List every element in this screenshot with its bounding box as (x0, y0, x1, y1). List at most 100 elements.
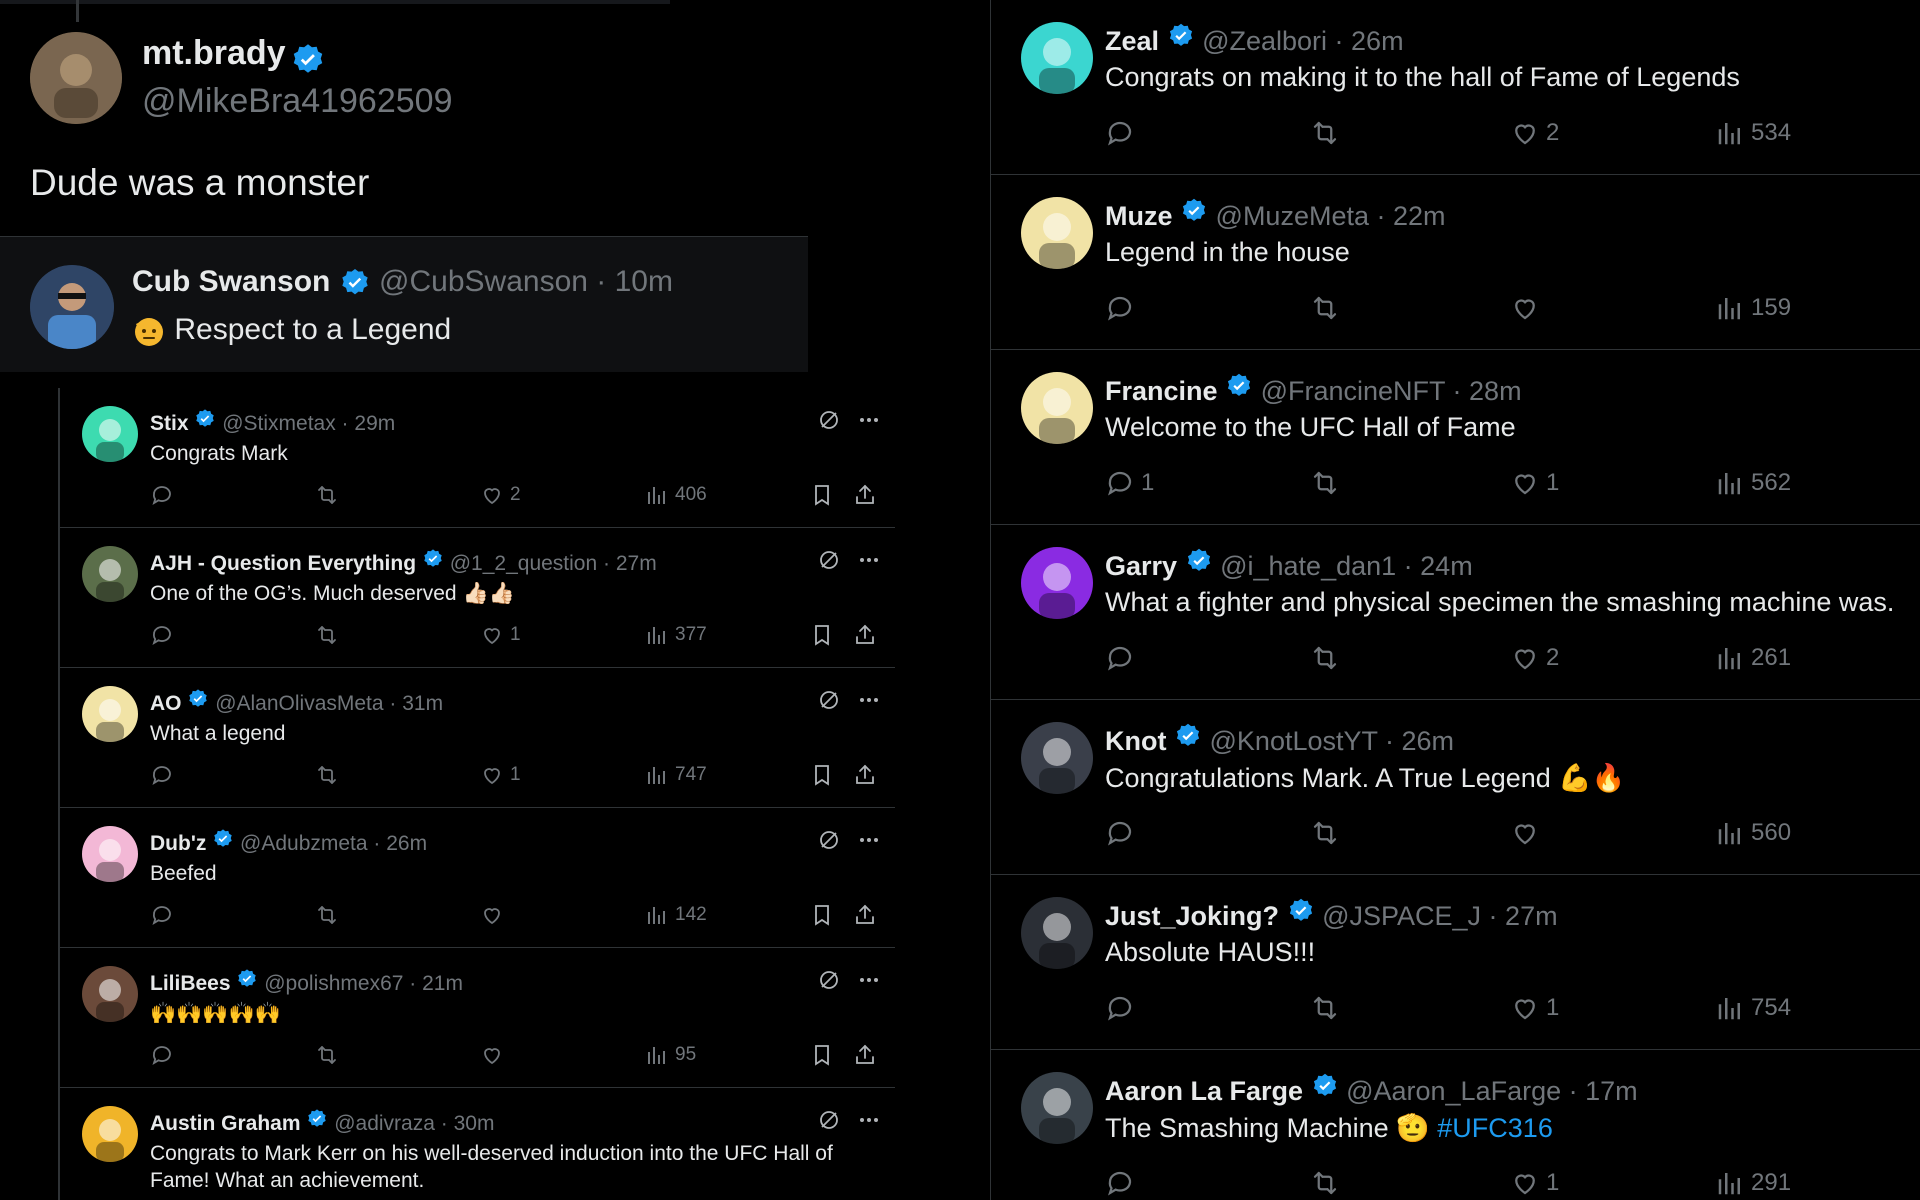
reply-avatar[interactable] (1021, 22, 1093, 94)
reply-avatar[interactable] (82, 406, 138, 462)
grok-icon[interactable] (817, 1108, 841, 1132)
retweet-button[interactable] (315, 1043, 339, 1067)
reply-row[interactable]: Dub'z @Adubzmeta · 26m Beefed 142 (60, 808, 895, 948)
reply-author-name[interactable]: Knot (1105, 726, 1166, 756)
reply-author-handle[interactable]: @adivraza (334, 1112, 435, 1135)
share-button[interactable] (853, 903, 877, 927)
reply-row[interactable]: Austin Graham @adivraza · 30m Congrats to… (60, 1088, 895, 1200)
quoted-handle[interactable]: @CubSwanson (379, 265, 588, 298)
reply-author-name[interactable]: Just_Joking? (1105, 901, 1279, 931)
reply-author-name[interactable]: Stix (150, 412, 189, 435)
reply-row[interactable]: Stix @Stixmetax · 29m Congrats Mark 2 406 (60, 388, 895, 528)
reply-avatar[interactable] (1021, 897, 1093, 969)
views-button[interactable]: 291 (1715, 1168, 1791, 1198)
reply-row[interactable]: Muze @MuzeMeta · 22m Legend in the house 1… (991, 175, 1920, 350)
reply-author-handle[interactable]: @AlanOlivasMeta (215, 692, 383, 715)
retweet-button[interactable] (315, 763, 339, 787)
reply-author-name[interactable]: AJH - Question Everything (150, 552, 416, 575)
reply-button[interactable] (1105, 1168, 1135, 1198)
reply-author-handle[interactable]: @i_hate_dan1 (1220, 551, 1396, 581)
views-button[interactable]: 406 (645, 483, 707, 507)
more-icon[interactable] (857, 828, 881, 852)
quoted-name[interactable]: Cub Swanson (132, 265, 330, 298)
reply-button[interactable] (150, 483, 174, 507)
like-button[interactable] (1510, 293, 1540, 323)
share-button[interactable] (853, 763, 877, 787)
reply-button[interactable] (1105, 993, 1135, 1023)
reply-time[interactable]: 30m (454, 1112, 495, 1135)
retweet-button[interactable] (1310, 293, 1340, 323)
reply-button[interactable] (1105, 643, 1135, 673)
retweet-button[interactable] (1310, 1168, 1340, 1198)
reply-time[interactable]: 21m (422, 972, 463, 995)
reply-time[interactable]: 22m (1393, 201, 1446, 231)
retweet-button[interactable] (315, 623, 339, 647)
reply-author-name[interactable]: Aaron La Farge (1105, 1076, 1303, 1106)
views-button[interactable]: 142 (645, 903, 707, 927)
grok-icon[interactable] (817, 408, 841, 432)
reply-avatar[interactable] (82, 686, 138, 742)
reply-author-name[interactable]: AO (150, 692, 182, 715)
bookmark-button[interactable] (810, 903, 834, 927)
more-icon[interactable] (857, 1108, 881, 1132)
views-button[interactable]: 747 (645, 763, 707, 787)
views-button[interactable]: 377 (645, 623, 707, 647)
reply-author-handle[interactable]: @Zealbori (1202, 26, 1327, 56)
reply-row[interactable]: AO @AlanOlivasMeta · 31m What a legend 1 74… (60, 668, 895, 808)
reply-button[interactable]: 1 (1105, 468, 1154, 498)
retweet-button[interactable] (1310, 993, 1340, 1023)
like-button[interactable] (480, 903, 504, 927)
share-button[interactable] (853, 623, 877, 647)
reply-avatar[interactable] (82, 966, 138, 1022)
reply-row[interactable]: Aaron La Farge @Aaron_LaFarge · 17m The S… (991, 1050, 1920, 1200)
retweet-button[interactable] (315, 483, 339, 507)
grok-icon[interactable] (817, 548, 841, 572)
more-icon[interactable] (857, 968, 881, 992)
retweet-button[interactable] (1310, 468, 1340, 498)
more-icon[interactable] (857, 548, 881, 572)
reply-avatar[interactable] (1021, 547, 1093, 619)
reply-row[interactable]: Garry @i_hate_dan1 · 24m What a fighter a… (991, 525, 1920, 700)
reply-author-handle[interactable]: @Aaron_LaFarge (1346, 1076, 1561, 1106)
reply-author-name[interactable]: Austin Graham (150, 1112, 301, 1135)
reply-time[interactable]: 29m (354, 412, 395, 435)
reply-time[interactable]: 26m (386, 832, 427, 855)
like-button[interactable]: 1 (1510, 1168, 1559, 1198)
bookmark-button[interactable] (810, 1043, 834, 1067)
grok-icon[interactable] (817, 968, 841, 992)
reply-author-name[interactable]: Zeal (1105, 26, 1159, 56)
reply-row[interactable]: Francine @FrancineNFT · 28m Welcome to th… (991, 350, 1920, 525)
bookmark-button[interactable] (810, 623, 834, 647)
reply-author-handle[interactable]: @KnotLostYT (1210, 726, 1378, 756)
reply-button[interactable] (150, 623, 174, 647)
reply-time[interactable]: 17m (1585, 1076, 1638, 1106)
hashtag-link[interactable]: #UFC316 (1437, 1113, 1553, 1143)
views-button[interactable]: 159 (1715, 293, 1791, 323)
reply-row[interactable]: Zeal @Zealbori · 26m Congrats on making i… (991, 0, 1920, 175)
like-button[interactable]: 2 (1510, 643, 1559, 673)
reply-button[interactable] (1105, 118, 1135, 148)
views-button[interactable]: 95 (645, 1043, 696, 1067)
quoted-tweet[interactable]: Cub Swanson @CubSwanson · 10m Respect to… (0, 237, 808, 372)
reply-author-handle[interactable]: @FrancineNFT (1261, 376, 1445, 406)
reply-time[interactable]: 26m (1402, 726, 1455, 756)
bookmark-button[interactable] (810, 483, 834, 507)
reply-author-name[interactable]: Dub'z (150, 832, 206, 855)
reply-avatar[interactable] (1021, 722, 1093, 794)
reply-button[interactable] (150, 763, 174, 787)
reply-time[interactable]: 28m (1469, 376, 1522, 406)
reply-author-handle[interactable]: @polishmex67 (264, 972, 403, 995)
reply-avatar[interactable] (82, 826, 138, 882)
retweet-button[interactable] (1310, 818, 1340, 848)
retweet-button[interactable] (1310, 643, 1340, 673)
views-button[interactable]: 534 (1715, 118, 1791, 148)
reply-avatar[interactable] (1021, 197, 1093, 269)
share-button[interactable] (853, 483, 877, 507)
reply-author-name[interactable]: Francine (1105, 376, 1218, 406)
bookmark-button[interactable] (810, 763, 834, 787)
quoted-time[interactable]: 10m (615, 265, 673, 298)
like-button[interactable]: 1 (1510, 993, 1559, 1023)
reply-author-handle[interactable]: @MuzeMeta (1216, 201, 1369, 231)
reply-row[interactable]: AJH - Question Everything @1_2_question … (60, 528, 895, 668)
reply-row[interactable]: Knot @KnotLostYT · 26m Congratulations Ma… (991, 700, 1920, 875)
